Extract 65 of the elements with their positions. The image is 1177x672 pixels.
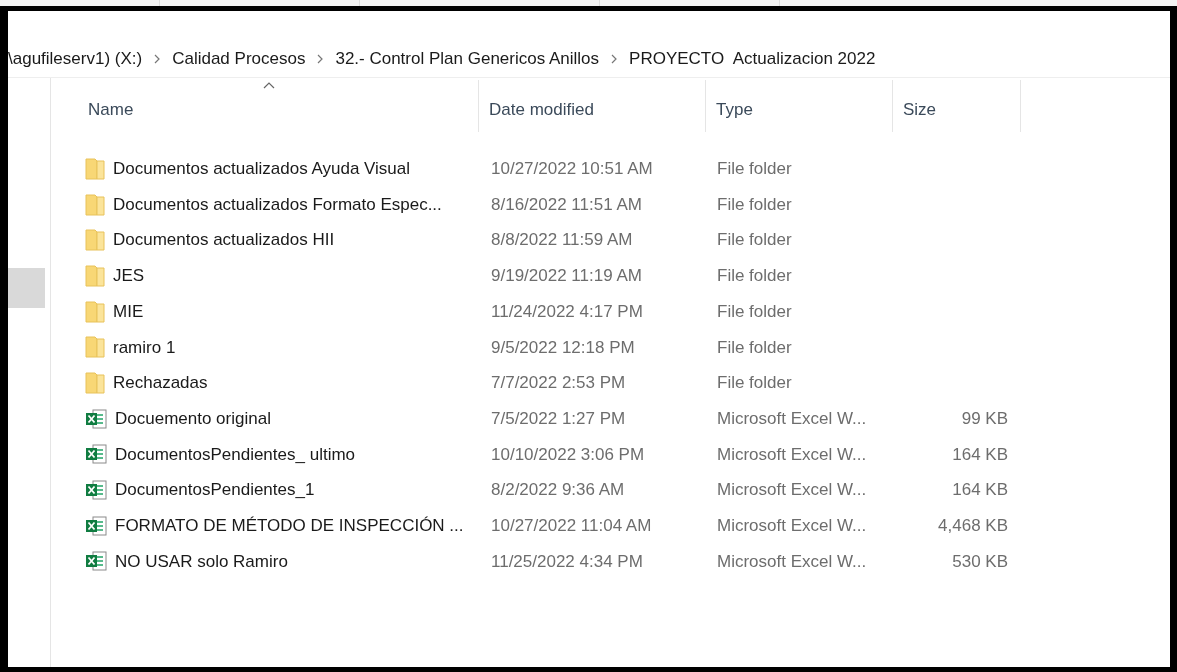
type-cell: Microsoft Excel W... <box>717 480 867 500</box>
folder-icon <box>85 336 105 359</box>
type-cell: Microsoft Excel W... <box>717 515 867 535</box>
file-name[interactable]: JES <box>113 263 145 289</box>
spreadsheet-icon <box>85 408 107 429</box>
column-header[interactable]: Name <box>78 80 479 132</box>
size-cell: 164 KB <box>952 444 1008 464</box>
type-cell: Microsoft Excel W... <box>717 408 867 428</box>
spreadsheet-icon <box>85 515 107 536</box>
size-cell: 99 KB <box>961 408 1008 428</box>
column-header[interactable]: Size <box>893 80 1021 132</box>
breadcrumb-item[interactable]: Calidad Procesos <box>172 46 306 72</box>
file-name[interactable]: NO USAR solo Ramiro <box>115 548 288 575</box>
type-cell: File folder <box>717 266 792 286</box>
date-cell: 7/7/2022 2:53 PM <box>491 373 626 393</box>
file-name[interactable]: MIE <box>113 298 144 325</box>
file-name[interactable]: Docuemento original <box>115 405 271 432</box>
chevron-icon <box>611 54 618 64</box>
chevron-icon <box>154 54 161 64</box>
type-cell: File folder <box>717 159 792 179</box>
file-name[interactable]: Documentos actualizados HII <box>113 227 335 253</box>
chevron-icon <box>317 54 324 64</box>
date-cell: 8/8/2022 11:59 AM <box>491 230 633 250</box>
date-cell: 10/10/2022 3:06 PM <box>491 444 645 464</box>
type-cell: Microsoft Excel W... <box>717 444 867 464</box>
date-cell: 10/27/2022 10:51 AM <box>491 159 653 179</box>
date-cell: 9/5/2022 12:18 PM <box>491 337 635 357</box>
column-header[interactable]: Type <box>706 80 893 132</box>
date-cell: 7/5/2022 1:27 PM <box>491 408 626 428</box>
file-name[interactable]: Documentos actualizados Ayuda Visual <box>113 156 411 182</box>
file-name[interactable]: ramiro 1 <box>113 334 176 361</box>
file-name[interactable]: DocumentosPendientes_1 <box>115 477 315 503</box>
breadcrumb-item[interactable]: PROYECTO Actualizacion 2022 <box>629 46 876 72</box>
type-cell: File folder <box>717 194 792 214</box>
folder-icon <box>85 229 105 252</box>
breadcrumb-item[interactable]: 32.- Control Plan Genericos Anillos <box>335 46 600 72</box>
spreadsheet-icon <box>85 444 107 465</box>
type-cell: File folder <box>717 230 792 250</box>
folder-icon <box>85 371 105 394</box>
date-cell: 8/2/2022 9:36 AM <box>491 480 625 500</box>
file-name[interactable]: Rechazadas <box>113 370 208 396</box>
date-cell: 9/19/2022 11:19 AM <box>491 266 642 286</box>
spreadsheet-icon <box>85 551 107 572</box>
type-cell: File folder <box>717 337 792 357</box>
folder-icon <box>85 264 105 287</box>
folder-icon <box>85 193 105 216</box>
spreadsheet-icon <box>85 480 107 501</box>
folder-icon <box>85 157 105 180</box>
file-name[interactable]: FORMATO DE MÉTODO DE INSPECCIÓN ... <box>115 512 464 539</box>
breadcrumb-item[interactable]: \agufileserv1) (X:) <box>8 46 143 72</box>
folder-icon <box>85 300 105 323</box>
size-cell: 164 KB <box>952 480 1008 500</box>
column-header[interactable]: Date modified <box>479 80 706 132</box>
date-cell: 11/24/2022 4:17 PM <box>491 301 643 321</box>
size-cell: 4,468 KB <box>938 515 1008 535</box>
date-cell: 10/27/2022 11:04 AM <box>491 515 652 535</box>
file-name[interactable]: Documentos actualizados Formato Espec... <box>113 191 442 218</box>
date-cell: 8/16/2022 11:51 AM <box>491 194 642 214</box>
navigation-pane-selection <box>8 268 45 308</box>
type-cell: Microsoft Excel W... <box>717 551 867 571</box>
date-cell: 11/25/2022 4:34 PM <box>491 551 643 571</box>
type-cell: File folder <box>717 373 792 393</box>
file-name[interactable]: DocumentosPendientes_ ultimo <box>115 441 356 468</box>
size-cell: 530 KB <box>952 551 1008 571</box>
type-cell: File folder <box>717 301 792 321</box>
